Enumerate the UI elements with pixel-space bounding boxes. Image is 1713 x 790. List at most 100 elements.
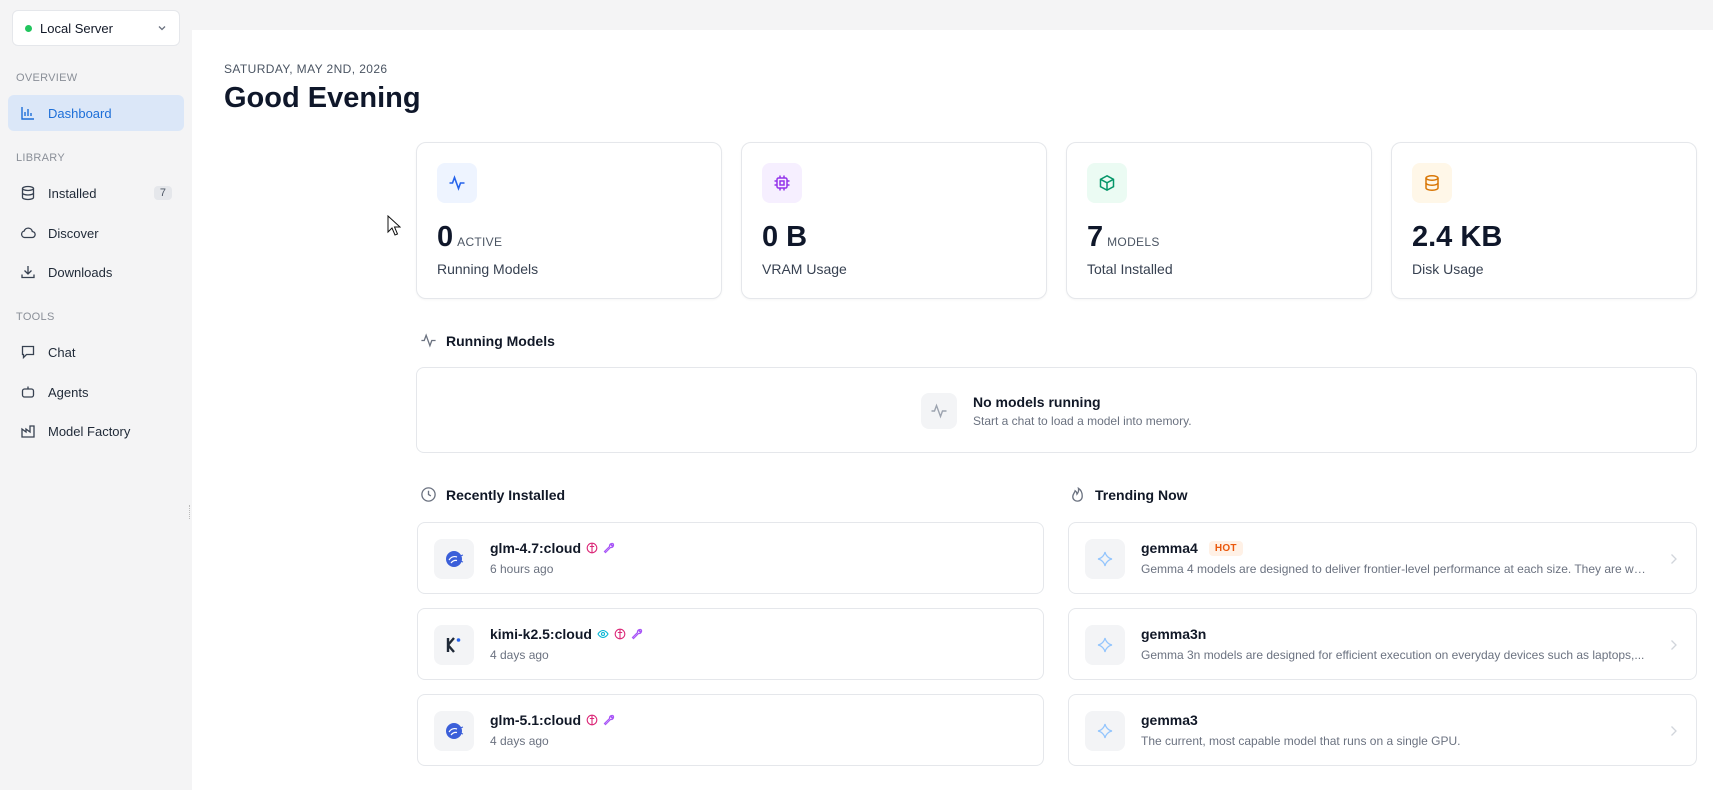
stat-label: Total Installed: [1087, 261, 1173, 277]
server-name: Local Server: [40, 20, 113, 36]
chevron-right-icon: [1671, 640, 1677, 650]
box-icon: [1099, 174, 1115, 192]
model-name: gemma3: [1141, 712, 1198, 728]
stat-card-running: 0 ACTIVE Running Models: [416, 142, 722, 299]
model-description: Gemma 4 models are designed to deliver f…: [1141, 562, 1651, 576]
model-description: Gemma 3n models are designed for efficie…: [1141, 648, 1645, 662]
mouse-cursor-icon: [387, 215, 401, 236]
running-models-heading: Running Models: [420, 332, 555, 349]
message-icon: [21, 345, 35, 360]
installed-time: 4 days ago: [490, 648, 549, 662]
clock-icon: [421, 487, 436, 502]
chevron-down-icon: [158, 26, 166, 31]
stat-value: 2.4 KB: [1412, 221, 1503, 253]
sidebar-item-label: Model Factory: [48, 423, 131, 439]
model-name: glm-4.7:cloud: [490, 540, 615, 556]
sparkle-icon: [1097, 723, 1113, 739]
sidebar-item-label: Downloads: [48, 264, 113, 280]
database-icon: [21, 185, 35, 201]
stat-card-installed: 7 MODELS Total Installed: [1066, 142, 1372, 299]
stat-value: 0 B: [762, 221, 808, 253]
stat-label: VRAM Usage: [762, 261, 847, 277]
sparkle-icon: [1097, 551, 1113, 567]
model-icon-box: [434, 539, 474, 579]
stat-unit: MODELS: [1107, 235, 1160, 249]
download-icon: [21, 266, 35, 279]
factory-icon: [21, 425, 35, 438]
section-tools: TOOLS: [16, 311, 55, 323]
model-description: The current, most capable model that run…: [1141, 734, 1461, 748]
recent-model-card[interactable]: glm-5.1:cloud 4 days ago: [417, 694, 1044, 766]
kimi-logo-icon: [446, 637, 461, 653]
chevron-right-icon: [1671, 726, 1677, 736]
model-icon-box: [1085, 711, 1125, 751]
trending-model-card[interactable]: gemma4 HOT Gemma 4 models are designed t…: [1068, 522, 1697, 594]
chevron-right-icon: [1671, 554, 1677, 564]
activity-icon: [421, 333, 436, 348]
stat-icon-box: [762, 163, 802, 203]
sidebar-item-dashboard[interactable]: Dashboard: [8, 95, 184, 131]
sidebar-item-label: Discover: [48, 225, 99, 241]
installed-count-badge: 7: [153, 186, 172, 200]
empty-subtitle: Start a chat to load a model into memory…: [973, 414, 1192, 428]
stat-unit: ACTIVE: [457, 235, 503, 249]
cloud-icon: [20, 227, 36, 239]
glm-logo-icon: [446, 551, 464, 567]
sidebar-item-label: Chat: [48, 344, 76, 360]
recent-model-card[interactable]: kimi-k2.5:cloud 4 days ago: [417, 608, 1044, 680]
trending-model-card[interactable]: gemma3 The current, most capable model t…: [1068, 694, 1697, 766]
sidebar: Local Server OVERVIEW Dashboard LIBRARY …: [0, 0, 192, 790]
sidebar-item-chat[interactable]: Chat: [8, 334, 184, 370]
sidebar-item-agents[interactable]: Agents: [8, 374, 184, 410]
model-name: kimi-k2.5:cloud: [490, 626, 643, 642]
installed-time: 4 days ago: [490, 734, 549, 748]
chart-bar-icon: [21, 107, 34, 120]
stat-card-vram: 0 B VRAM Usage: [741, 142, 1047, 299]
wrench-icon: [603, 542, 615, 554]
model-icon-box: [434, 625, 474, 665]
stat-card-disk: 2.4 KB Disk Usage: [1391, 142, 1697, 299]
sidebar-resize-handle[interactable]: [189, 505, 191, 519]
empty-title: No models running: [973, 394, 1101, 410]
sidebar-item-model-factory[interactable]: Model Factory: [8, 413, 184, 449]
model-name: gemma3n: [1141, 626, 1207, 642]
eye-icon: [597, 629, 609, 639]
main-content: SATURDAY, MAY 2ND, 2026 Good Evening 0 AC…: [192, 30, 1713, 790]
stat-icon-box: [437, 163, 477, 203]
stat-value: 7 MODELS: [1087, 221, 1160, 253]
running-models-empty-state: No models running Start a chat to load a…: [416, 367, 1697, 453]
stat-icon-box: [1412, 163, 1452, 203]
sidebar-item-downloads[interactable]: Downloads: [8, 254, 184, 290]
server-selector[interactable]: Local Server: [12, 10, 180, 46]
recently-installed-heading: Recently Installed: [420, 486, 565, 503]
hot-badge: HOT: [1208, 540, 1243, 556]
brain-icon: [586, 714, 598, 726]
database-icon: [1425, 175, 1439, 191]
current-date: SATURDAY, MAY 2ND, 2026: [224, 62, 388, 76]
sidebar-item-installed[interactable]: Installed 7: [8, 175, 184, 211]
activity-icon: [931, 403, 947, 419]
trending-heading: Trending Now: [1069, 486, 1188, 503]
page-title: Good Evening: [224, 82, 421, 114]
sidebar-item-label: Installed: [48, 185, 97, 201]
model-icon-box: [434, 711, 474, 751]
wrench-icon: [603, 714, 615, 726]
activity-icon: [449, 175, 465, 191]
model-name: gemma4 HOT: [1141, 540, 1243, 556]
brain-icon: [614, 628, 626, 640]
wrench-icon: [631, 628, 643, 640]
section-library: LIBRARY: [16, 152, 65, 164]
trending-model-card[interactable]: gemma3n Gemma 3n models are designed for…: [1068, 608, 1697, 680]
bot-icon: [21, 386, 35, 398]
sidebar-item-label: Agents: [48, 384, 89, 400]
sidebar-item-discover[interactable]: Discover: [8, 215, 184, 251]
sparkle-icon: [1097, 637, 1113, 653]
empty-icon-box: [921, 393, 957, 429]
model-icon-box: [1085, 625, 1125, 665]
stat-value: 0 ACTIVE: [437, 221, 503, 253]
stat-icon-box: [1087, 163, 1127, 203]
installed-time: 6 hours ago: [490, 562, 554, 576]
brain-icon: [586, 542, 598, 554]
chip-icon: [774, 175, 790, 191]
recent-model-card[interactable]: glm-4.7:cloud 6 hours ago: [417, 522, 1044, 594]
